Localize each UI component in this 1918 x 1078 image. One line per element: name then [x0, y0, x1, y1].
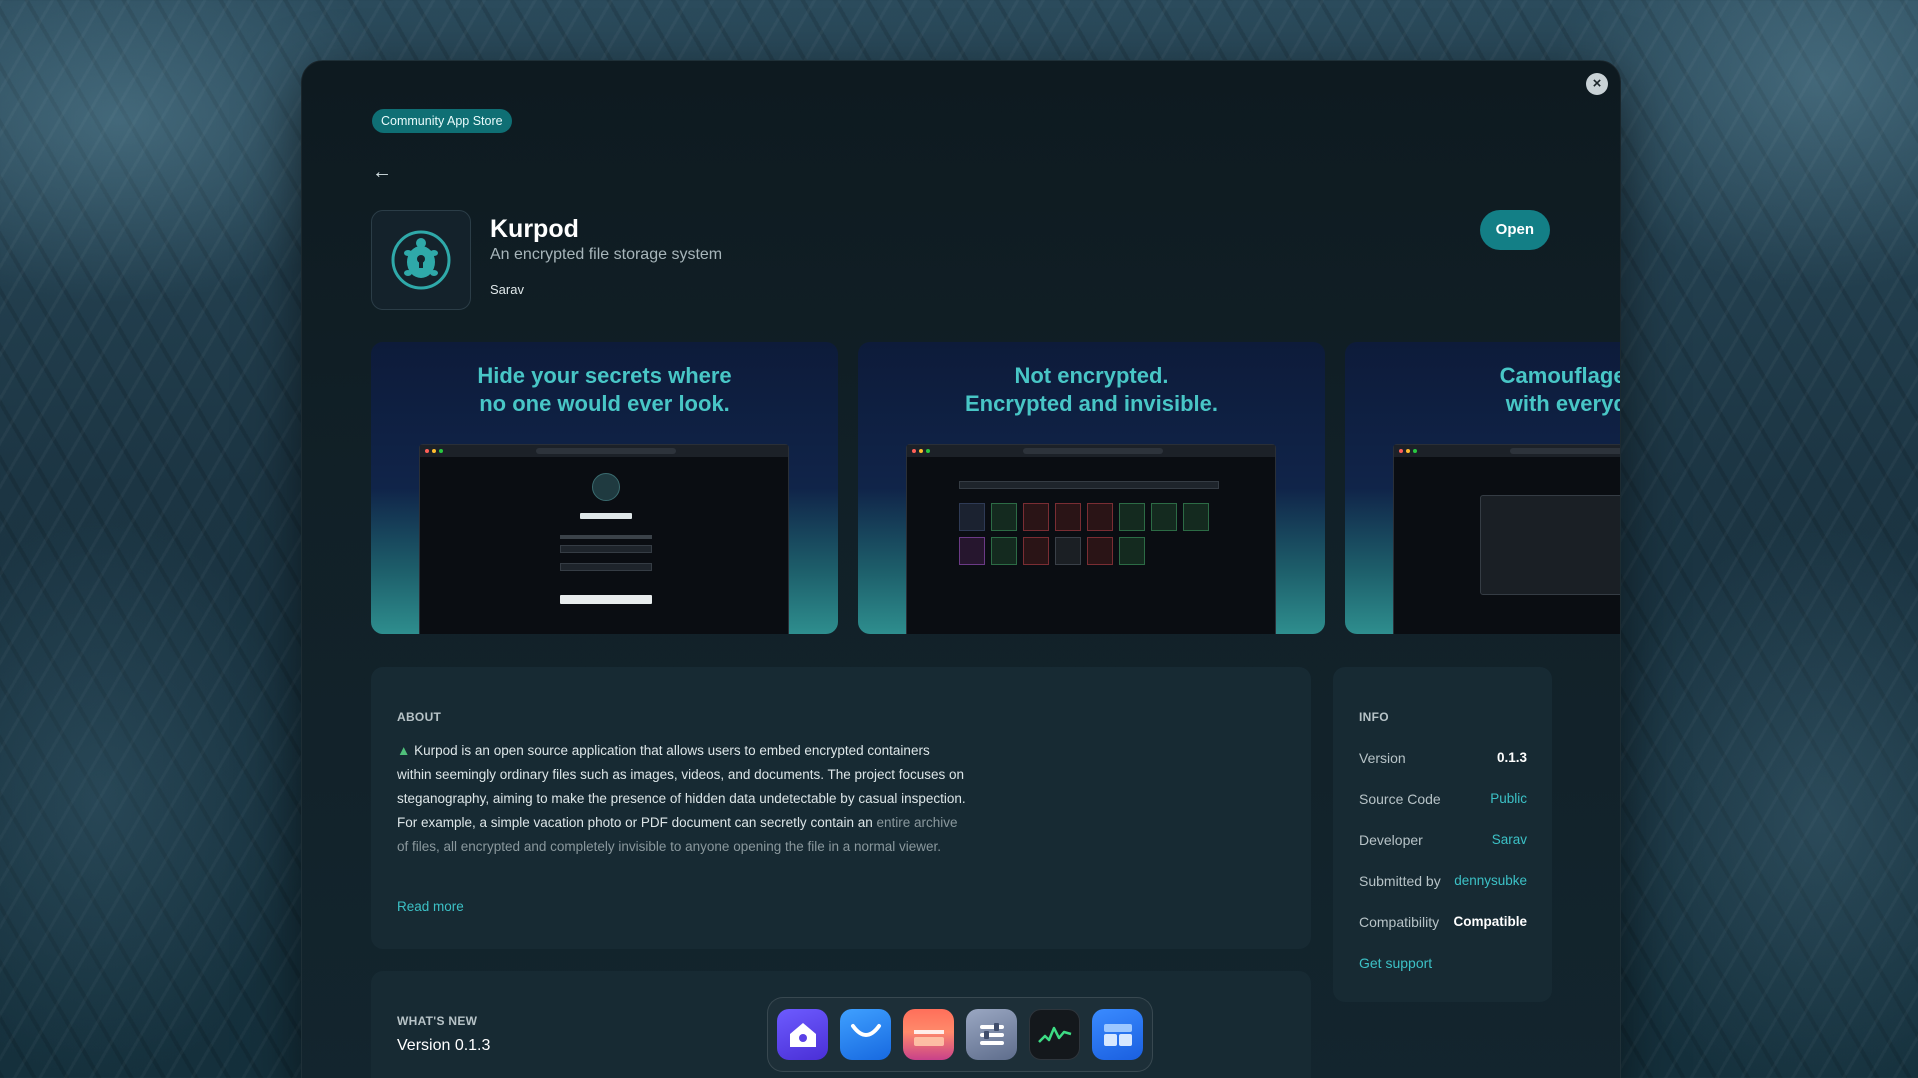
app-developer[interactable]: Sarav — [490, 282, 524, 297]
open-button[interactable]: Open — [1479, 210, 1550, 250]
screenshot-mockup — [419, 444, 789, 634]
info-row-version: Version 0.1.3 — [1359, 737, 1527, 778]
screenshot-2[interactable]: Not encrypted. Encrypted and invisible. — [858, 342, 1325, 634]
app-store-window: × Community App Store ← Kurpod An encryp… — [301, 60, 1621, 1078]
home-app-icon[interactable] — [777, 1009, 828, 1060]
info-row-compatibility: Compatibility Compatible — [1359, 901, 1527, 942]
app-name: Kurpod — [490, 215, 579, 243]
screenshot-title: Hide your secrets where no one would eve… — [477, 363, 732, 416]
info-key: Submitted by — [1359, 872, 1441, 889]
submitter-link[interactable]: dennysubke — [1454, 873, 1527, 888]
back-arrow-icon[interactable]: ← — [372, 161, 392, 184]
app-tagline: An encrypted file storage system — [490, 246, 723, 263]
screenshot-title: Camouflage yo with everyday — [1499, 363, 1621, 416]
info-key: Developer — [1359, 831, 1423, 848]
activity-monitor-app-icon[interactable] — [1029, 1009, 1080, 1060]
screenshot-mockup — [906, 444, 1276, 634]
whats-new-label: WHAT'S NEW — [397, 1014, 478, 1028]
dock — [767, 997, 1153, 1072]
whats-new-version: Version 0.1.3 — [397, 1037, 491, 1054]
settings-app-icon[interactable] — [966, 1009, 1017, 1060]
about-section: ABOUT ▲ Kurpod is an open source applica… — [371, 667, 1311, 949]
close-icon[interactable]: × — [1586, 73, 1608, 95]
screenshot-title: Not encrypted. Encrypted and invisible. — [964, 363, 1219, 416]
get-support-link[interactable]: Get support — [1359, 955, 1432, 971]
info-label: INFO — [1359, 710, 1389, 724]
about-description: ▲ Kurpod is an open source application t… — [397, 739, 967, 859]
info-row-source-code: Source Code Public — [1359, 778, 1527, 819]
screenshot-3[interactable]: Camouflage yo with everyday — [1345, 342, 1621, 634]
info-value: 0.1.3 — [1496, 750, 1527, 765]
screenshot-carousel[interactable]: Hide your secrets where no one would eve… — [371, 342, 1621, 634]
info-key: Source Code — [1359, 790, 1441, 807]
screenshot-1[interactable]: Hide your secrets where no one would eve… — [371, 342, 838, 634]
turtle-icon: ▲ — [397, 743, 411, 758]
info-key: Version — [1359, 749, 1406, 766]
info-row-submitted-by: Submitted by dennysubke — [1359, 860, 1527, 901]
compatibility-value: Compatible — [1453, 914, 1527, 929]
developer-link[interactable]: Sarav — [1492, 832, 1527, 847]
wallet-app-icon[interactable] — [903, 1009, 954, 1060]
source-code-link[interactable]: Public — [1490, 791, 1527, 806]
info-key: Compatibility — [1359, 913, 1440, 930]
store-badge[interactable]: Community App Store — [372, 109, 512, 133]
kurpod-app-icon — [371, 210, 471, 310]
read-more-link[interactable]: Read more — [397, 899, 464, 914]
mail-app-icon[interactable] — [840, 1009, 891, 1060]
about-label: ABOUT — [397, 710, 442, 724]
info-row-developer: Developer Sarav — [1359, 819, 1527, 860]
info-section: INFO Version 0.1.3 Source Code Public De… — [1333, 667, 1552, 1002]
files-app-icon[interactable] — [1092, 1009, 1143, 1060]
screenshot-mockup — [1393, 444, 1620, 634]
